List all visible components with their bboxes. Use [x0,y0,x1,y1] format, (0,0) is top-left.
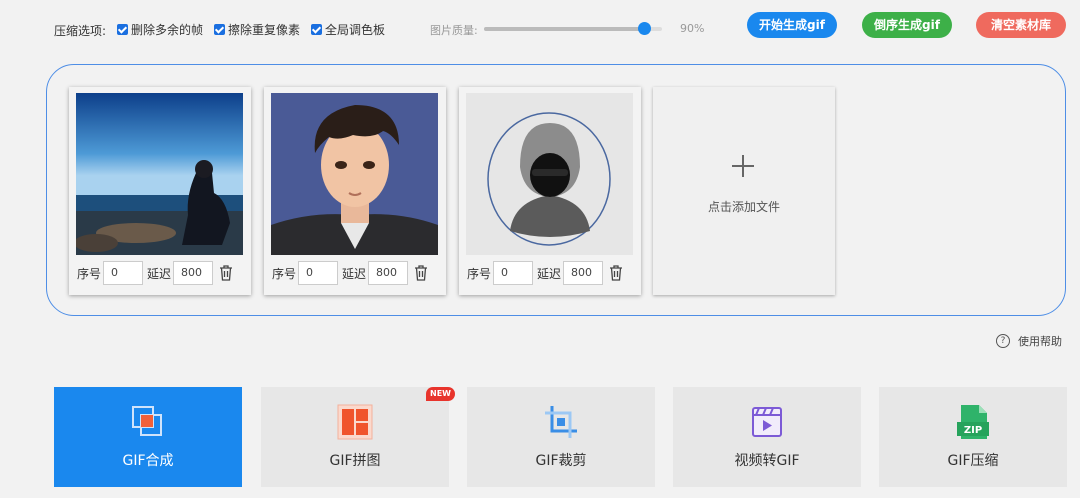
question-mark-icon: ? [996,334,1010,348]
trash-icon[interactable] [219,265,233,281]
help-label: 使用帮助 [1018,335,1062,348]
compress-options-label: 压缩选项: [54,24,107,38]
order-label: 序号 [272,266,297,281]
checkbox-checked-icon [214,24,225,35]
frame-thumbnail-anime-boy [271,93,438,255]
delay-label: 延迟 [147,266,172,281]
tab-label: GIF拼图 [329,453,381,469]
checkbox-label: 删除多余的帧 [131,23,204,37]
quality-value: 90% [680,22,705,35]
new-badge: NEW [426,387,455,401]
tab-label: 视频转GIF [734,453,800,469]
start-gif-button[interactable]: 开始生成gif [747,12,837,38]
delay-input[interactable]: 800 [368,261,409,285]
gif-compose-icon [132,406,162,436]
frame-card[interactable]: 序号 0 延迟 800 [459,87,641,295]
frame-controls: 序号 0 延迟 800 [459,259,641,287]
delay-label: 延迟 [537,266,562,281]
video-to-gif-icon [752,407,782,437]
frame-card[interactable]: 序号 0 延迟 800 [69,87,251,295]
tab-label: GIF裁剪 [535,453,587,469]
frames-panel: 序号 0 延迟 800 序号 0 延迟 800 序号 0 延迟 800 点击添加… [46,64,1066,316]
crop-icon [545,406,577,438]
help-link[interactable]: ? 使用帮助 [996,333,1062,349]
quality-slider-fill [484,27,644,31]
order-input[interactable]: 0 [298,261,339,285]
order-label: 序号 [467,266,492,281]
image-quality-label: 图片质量: [430,24,478,37]
erase-duplicate-pixels-checkbox[interactable]: 擦除重复像素 [214,21,300,38]
add-file-label: 点击添加文件 [707,200,780,214]
frame-thumbnail-hooded-figure [466,93,633,255]
checkbox-checked-icon [311,24,322,35]
tab-gif-compose[interactable]: GIF合成 [54,387,242,487]
tab-video-to-gif[interactable]: 视频转GIF [673,387,861,487]
zip-icon: ZIP [957,405,989,439]
tab-label: GIF压缩 [947,453,999,469]
frame-thumbnail-man-by-sea [76,93,243,255]
trash-icon[interactable] [609,265,623,281]
delay-label: 延迟 [342,266,367,281]
delay-input[interactable]: 800 [173,261,214,285]
tab-label: GIF合成 [122,453,174,469]
quality-slider[interactable] [484,22,662,35]
toolbar: 压缩选项: 删除多余的帧 擦除重复像素 全局调色板 图片质量: 90% 开始生成… [0,0,1080,56]
checkbox-checked-icon [117,24,128,35]
frame-controls: 序号 0 延迟 800 [264,259,446,287]
add-file-card[interactable]: 点击添加文件 [653,87,835,295]
frame-controls: 序号 0 延迟 800 [69,259,251,287]
tab-gif-crop[interactable]: GIF裁剪 [467,387,655,487]
tab-gif-compress[interactable]: ZIP GIF压缩 [879,387,1067,487]
global-palette-checkbox[interactable]: 全局调色板 [311,21,385,38]
clear-library-button[interactable]: 清空素材库 [976,12,1066,38]
order-input[interactable]: 0 [103,261,144,285]
trash-icon[interactable] [414,265,428,281]
reverse-gif-button[interactable]: 倒序生成gif [862,12,952,38]
checkbox-label: 全局调色板 [325,23,386,37]
frame-card[interactable]: 序号 0 延迟 800 [264,87,446,295]
svg-text:ZIP: ZIP [964,425,982,436]
quality-slider-thumb[interactable] [638,22,651,35]
checkbox-label: 擦除重复像素 [228,23,301,37]
plus-icon [732,155,754,177]
delete-redundant-frames-checkbox[interactable]: 删除多余的帧 [117,21,203,38]
tab-gif-collage[interactable]: GIF拼图 [261,387,449,487]
order-label: 序号 [77,266,102,281]
gif-collage-icon [337,404,373,440]
order-input[interactable]: 0 [493,261,534,285]
delay-input[interactable]: 800 [563,261,604,285]
